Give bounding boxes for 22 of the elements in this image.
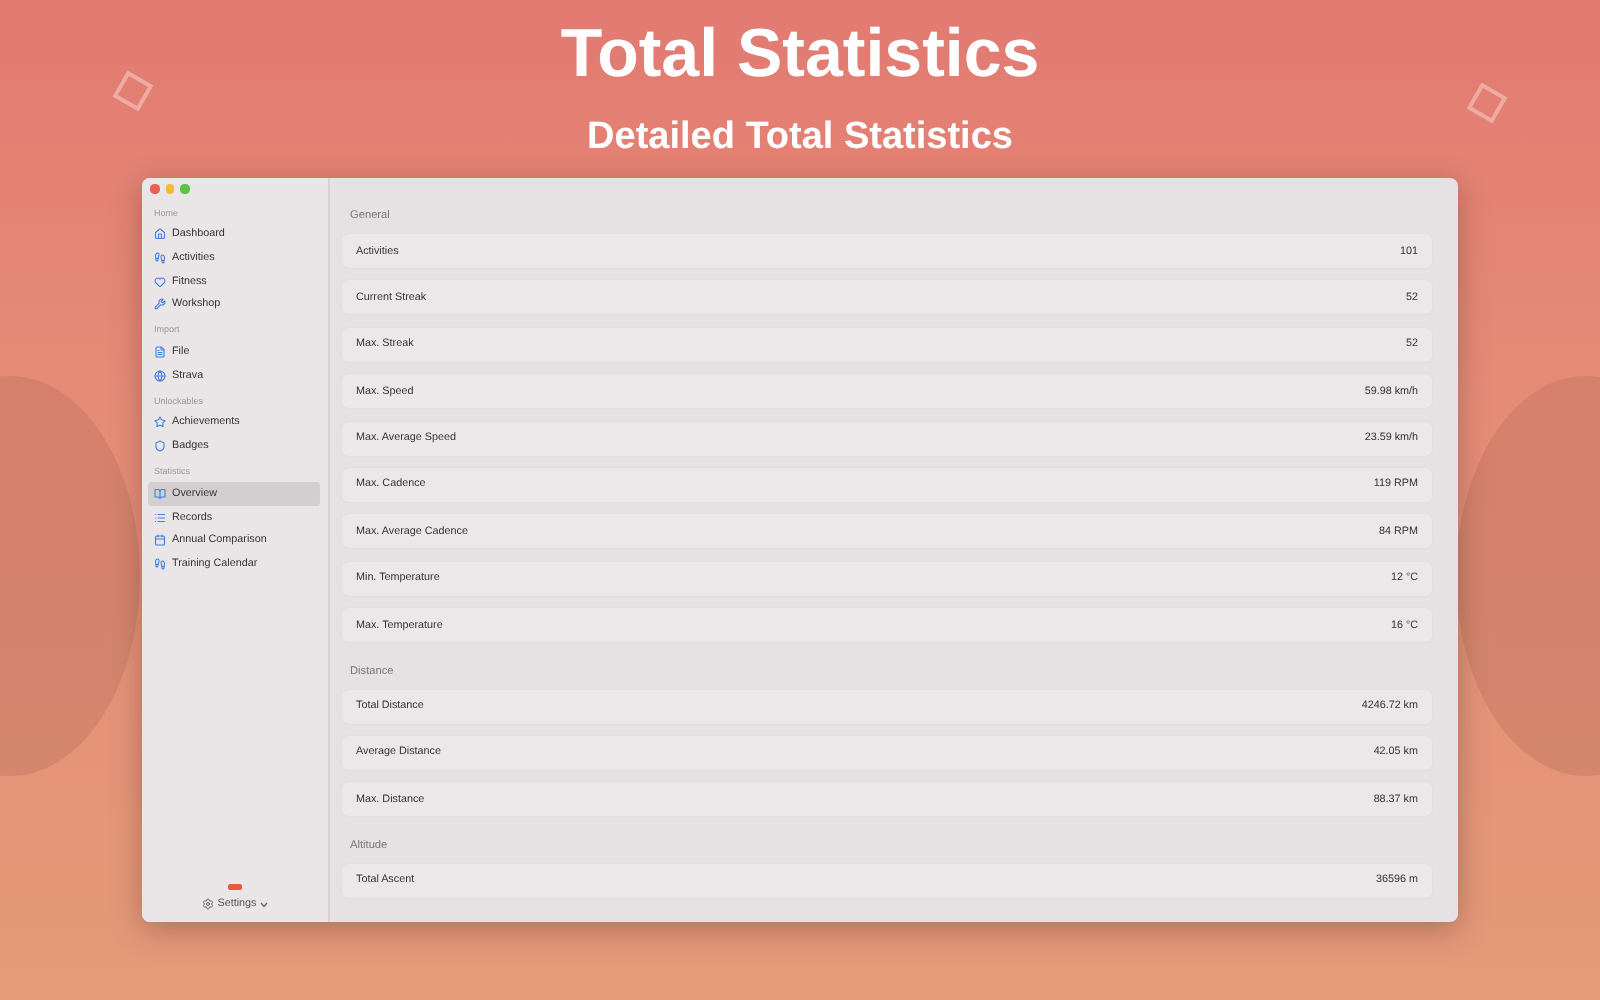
calendar-icon (154, 534, 166, 547)
diamond-outline (112, 70, 154, 112)
minimize-button[interactable] (165, 184, 174, 193)
headline: Total Statistics (560, 16, 1040, 92)
diamond-outline (1466, 82, 1508, 124)
settings-icon (201, 898, 214, 910)
star-icon (154, 416, 166, 429)
globe-icon (154, 369, 166, 382)
shield-icon (154, 440, 166, 453)
book-icon (154, 487, 166, 500)
heart-icon (154, 275, 166, 288)
wrench-icon (154, 298, 166, 311)
close-button[interactable] (150, 184, 159, 193)
footprints-icon (154, 252, 166, 265)
home-icon (154, 228, 166, 241)
new-badge-icon (228, 883, 242, 890)
footprints-icon (154, 557, 166, 570)
caret-icon (260, 901, 269, 907)
file-icon (154, 346, 166, 359)
subheadline: Detailed Total Statistics (587, 116, 1013, 160)
zoom-button[interactable] (180, 184, 189, 193)
list-icon (154, 511, 166, 524)
